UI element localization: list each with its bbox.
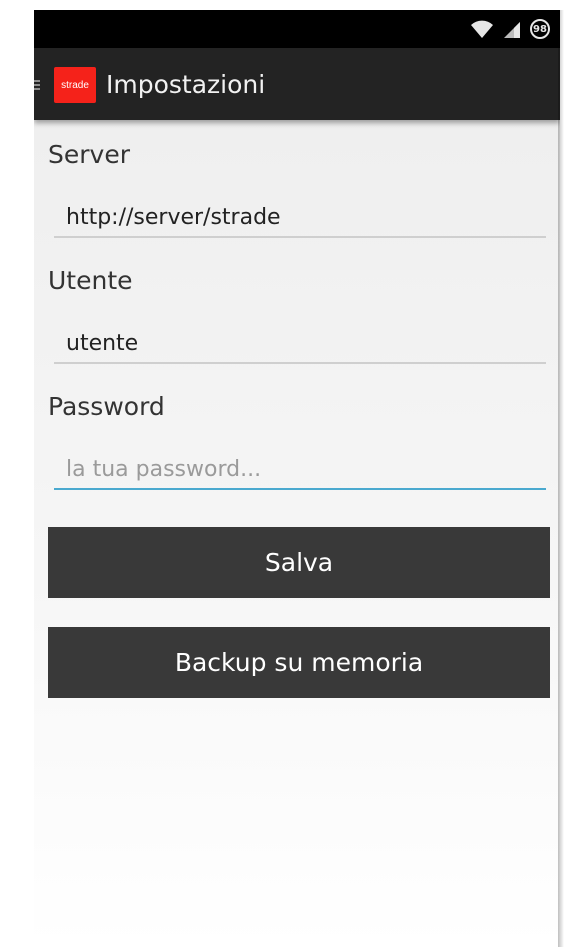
battery-level: 98: [533, 23, 547, 35]
wifi-icon: [471, 20, 493, 38]
server-input[interactable]: [54, 198, 546, 238]
user-input[interactable]: [54, 324, 546, 364]
drawer-icon[interactable]: [34, 80, 40, 90]
user-label: Utente: [48, 266, 133, 295]
page-title: Impostazioni: [106, 70, 266, 99]
signal-icon: [504, 22, 520, 38]
screen-edge-shadow: [558, 10, 564, 947]
password-input[interactable]: [54, 450, 546, 490]
status-bar: 98: [34, 10, 560, 48]
backup-button[interactable]: Backup su memoria: [48, 627, 550, 698]
app-logo[interactable]: strade: [54, 67, 96, 103]
phone-screen: 98 strade Impostazioni Server Utente Pas…: [34, 10, 560, 947]
server-label: Server: [48, 140, 130, 169]
action-bar: strade Impostazioni: [34, 48, 560, 120]
app-logo-text: strade: [61, 79, 89, 91]
save-button[interactable]: Salva: [48, 527, 550, 598]
password-label: Password: [48, 392, 165, 421]
battery-icon: 98: [530, 19, 550, 39]
